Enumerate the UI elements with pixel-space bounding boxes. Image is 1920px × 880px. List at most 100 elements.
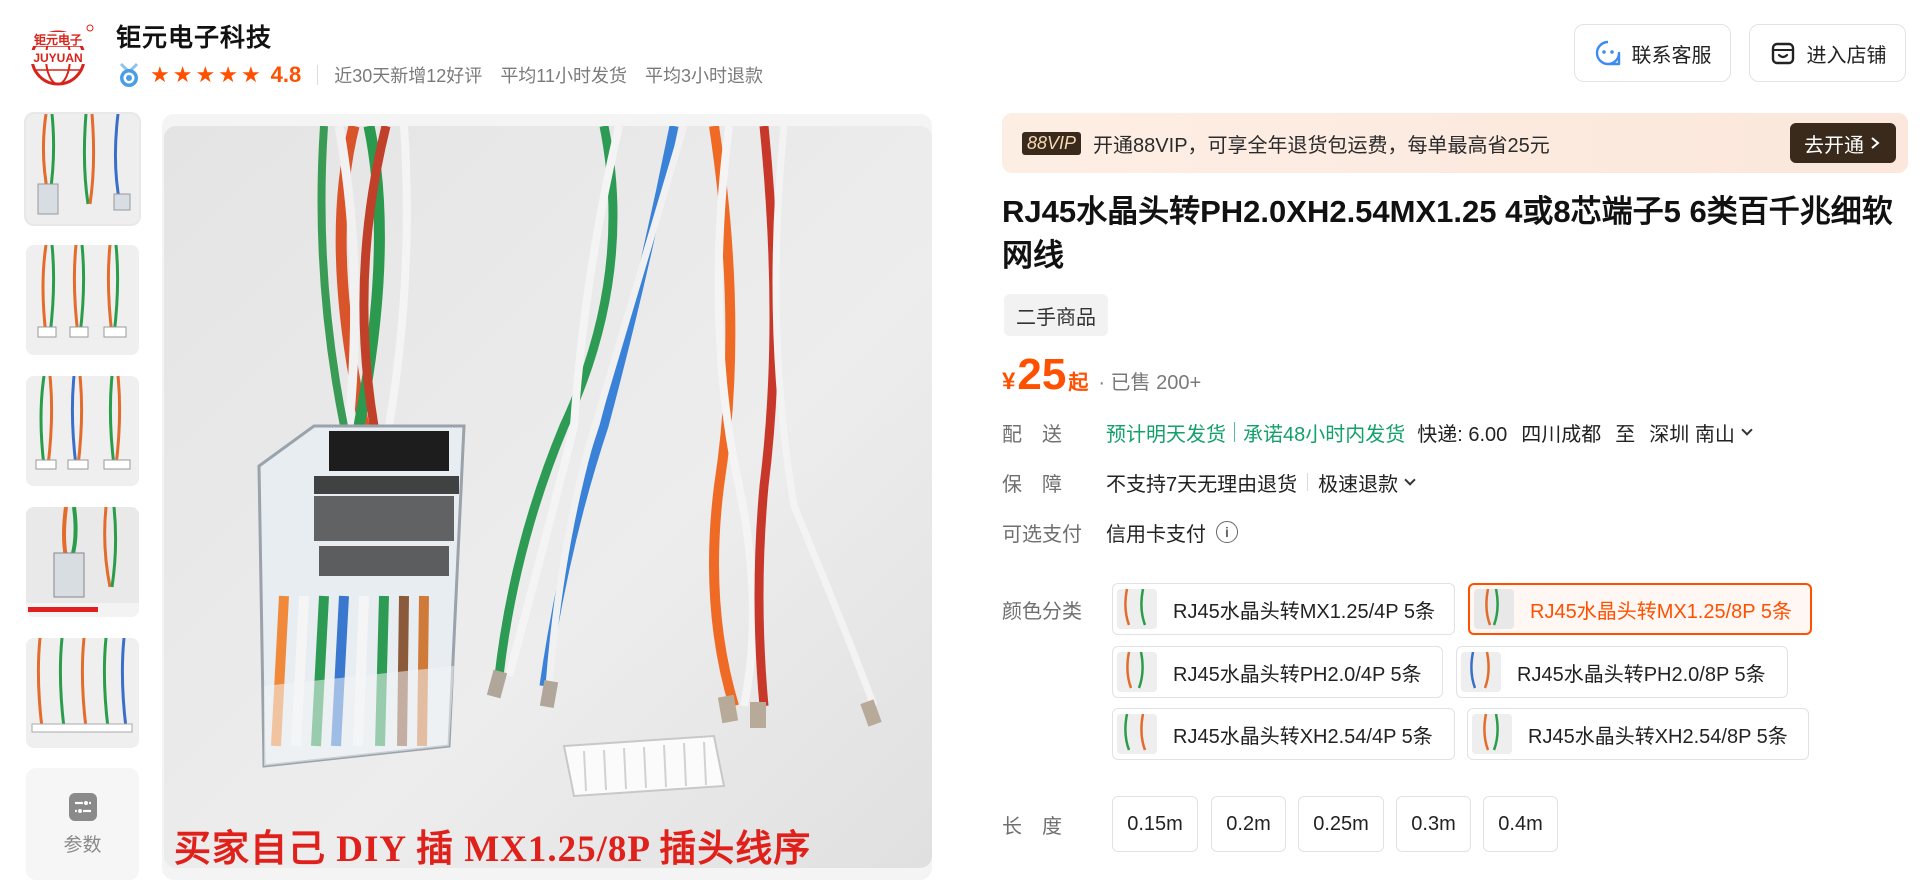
color-option[interactable]: RJ45水晶头转XH2.54/4P 5条: [1112, 708, 1455, 760]
length-option[interactable]: 0.2m: [1211, 796, 1286, 852]
rating-score: 4.8: [270, 62, 302, 87]
star-icon: ★: [172, 62, 193, 87]
vip-banner[interactable]: 88VIP 开通88VIP，可享全年退货包运费，每单最高省25元 去开通: [1002, 113, 1908, 173]
product-title: RJ45水晶头转PH2.0XH2.54MX1.25 4或8芯端子5 6类百千兆细…: [1002, 194, 1893, 273]
svg-text:JUYUAN: JUYUAN: [33, 51, 82, 65]
divider: [1234, 422, 1235, 442]
length-option[interactable]: 0.3m: [1396, 796, 1471, 852]
option-thumbnail: [1474, 589, 1514, 629]
payment-row: 可选支付 信用卡支付 i: [1002, 516, 1238, 548]
shipping-fee: 快递: 6.00: [1417, 423, 1508, 446]
shop-logo[interactable]: 钜元电子 JUYUAN: [24, 18, 96, 90]
shipping-promise: 承诺48小时内发货: [1243, 423, 1406, 446]
option-thumbnail: [1461, 652, 1501, 692]
color-label-row: 颜色分类: [1002, 593, 1106, 625]
contact-service-button[interactable]: 联系客服: [1574, 24, 1731, 82]
product-photo: [26, 245, 139, 355]
option-thumbnail: [1117, 714, 1157, 754]
info-icon[interactable]: i: [1216, 521, 1238, 543]
color-option-label: RJ45水晶头转PH2.0/8P 5条: [1517, 663, 1766, 686]
option-thumbnail: [1472, 714, 1512, 754]
vip-promo-text: 开通88VIP，可享全年退货包运费，每单最高省25元: [1093, 134, 1550, 157]
option-thumbnail: [1117, 589, 1157, 629]
guarantee-row: 保 障 不支持7天无理由退货 极速退款: [1002, 466, 1418, 498]
image-caption: 买家自己 DIY 插 MX1.25/8P 插头线序: [174, 829, 812, 868]
color-option-label: RJ45水晶头转XH2.54/8P 5条: [1528, 725, 1788, 748]
color-option[interactable]: RJ45水晶头转PH2.0/8P 5条: [1456, 646, 1788, 698]
divider: [1307, 473, 1309, 491]
color-option-label: RJ45水晶头转MX1.25/4P 5条: [1173, 600, 1435, 623]
sliders-icon: [68, 792, 97, 821]
second-hand-tag: 二手商品: [1004, 294, 1108, 336]
gallery-thumbnail-1[interactable]: [26, 114, 139, 224]
shop-rating-row: ★ ★ ★ ★ ★ 4.8 近30天新增12好评 平均11小时发货 平均3小时退…: [116, 60, 781, 90]
color-option[interactable]: RJ45水晶头转MX1.25/4P 5条: [1112, 583, 1455, 635]
contact-service-label: 联系客服: [1631, 44, 1712, 67]
parameters-label: 参数: [63, 834, 102, 856]
parameters-button[interactable]: 参数: [26, 768, 139, 880]
shop-name[interactable]: 钜元电子科技: [116, 18, 272, 54]
payment-label: 可选支付: [1002, 523, 1082, 546]
sold-count: · 已售 200+: [1098, 372, 1202, 394]
fast-refund-label: 极速退款: [1318, 473, 1399, 496]
stat-new-reviews: 近30天新增12好评: [334, 66, 483, 86]
price-row: ¥ 25 起 · 已售 200+: [1002, 350, 1201, 406]
divider: [317, 65, 319, 85]
color-option-label: RJ45水晶头转MX1.25/8P 5条: [1530, 600, 1792, 623]
option-thumbnail: [1117, 652, 1157, 692]
payment-method: 信用卡支付: [1106, 523, 1206, 546]
length-option[interactable]: 0.15m: [1112, 796, 1198, 852]
price-value: 25: [1017, 350, 1067, 399]
product-photo: [164, 126, 932, 868]
svg-text:钜元电子: 钜元电子: [34, 32, 82, 47]
shipping-row: 配 送 预计明天发货 承诺48小时内发货 快递: 6.00 四川成都 至 深圳 …: [1002, 416, 1755, 448]
guarantee-label: 保 障: [1002, 473, 1062, 496]
enter-store-label: 进入店铺: [1806, 44, 1887, 67]
store-icon: [1771, 42, 1794, 65]
product-photo: [26, 507, 139, 617]
fast-refund-dropdown[interactable]: 极速退款: [1318, 468, 1418, 497]
gallery-thumbnail-5[interactable]: [26, 638, 139, 748]
product-photo: [26, 638, 139, 748]
product-photo: [26, 376, 139, 486]
shipping-label: 配 送: [1002, 423, 1062, 446]
vip-badge: 88VIP: [1022, 131, 1082, 155]
shipping-eta: 预计明天发货: [1106, 423, 1226, 446]
color-option-label: RJ45水晶头转XH2.54/4P 5条: [1173, 725, 1433, 748]
stat-ship-time: 平均11小时发货: [500, 66, 627, 86]
star-icon: ★: [218, 62, 238, 87]
medal-icon: [119, 62, 139, 87]
guarantee-text: 不支持7天无理由退货: [1106, 473, 1298, 496]
color-option[interactable]: RJ45水晶头转PH2.0/4P 5条: [1112, 646, 1443, 698]
gallery-thumbnail-2[interactable]: [26, 245, 139, 355]
chevron-right-icon: [1871, 137, 1880, 149]
service-chat-icon: [1595, 40, 1620, 66]
main-product-image[interactable]: 买家自己 DIY 插 MX1.25/8P 插头线序: [164, 126, 932, 868]
shipping-destination: 深圳 南山: [1649, 423, 1735, 446]
shipping-to-word: 至: [1615, 423, 1636, 446]
star-icon: ★: [195, 62, 216, 87]
star-icon: ★: [240, 62, 261, 87]
length-option[interactable]: 0.4m: [1483, 796, 1558, 852]
price-suffix: 起: [1068, 372, 1089, 394]
length-label: 长 度: [1002, 815, 1062, 838]
star-icon: ★: [150, 62, 170, 87]
color-option-selected[interactable]: RJ45水晶头转MX1.25/8P 5条: [1468, 583, 1812, 635]
currency-symbol: ¥: [1002, 368, 1016, 395]
vip-activate-label: 去开通: [1804, 134, 1864, 157]
color-label: 颜色分类: [1002, 600, 1082, 623]
length-option[interactable]: 0.25m: [1298, 796, 1384, 852]
gallery-thumbnail-4[interactable]: [26, 507, 139, 617]
length-label-row: 长 度: [1002, 808, 1106, 840]
shipping-destination-select[interactable]: 深圳 南山: [1649, 418, 1755, 447]
gallery-thumbnail-3[interactable]: [26, 376, 139, 486]
vip-activate-button[interactable]: 去开通: [1790, 123, 1896, 163]
chevron-down-icon: [1741, 424, 1753, 436]
rating-stars: ★ ★ ★ ★ ★: [150, 64, 261, 86]
shipping-origin: 四川成都: [1521, 423, 1602, 446]
enter-store-button[interactable]: 进入店铺: [1749, 24, 1906, 82]
color-option[interactable]: RJ45水晶头转XH2.54/8P 5条: [1467, 708, 1809, 760]
stat-refund-time: 平均3小时退款: [645, 66, 764, 86]
color-option-label: RJ45水晶头转PH2.0/4P 5条: [1173, 663, 1422, 686]
product-photo: [26, 114, 139, 224]
